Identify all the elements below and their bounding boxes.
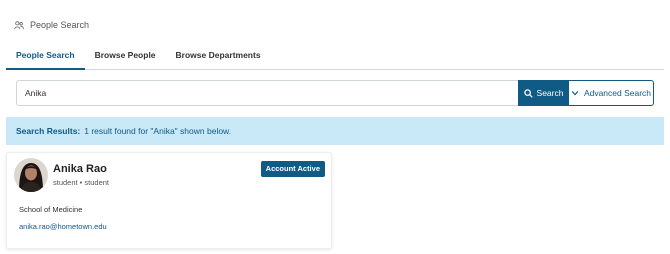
search-input[interactable] bbox=[16, 80, 518, 106]
avatar bbox=[14, 158, 48, 192]
results-label: Search Results: bbox=[16, 126, 81, 136]
tab-browse-departments[interactable]: Browse Departments bbox=[166, 42, 271, 70]
search-icon bbox=[523, 88, 533, 98]
app-title: People Search bbox=[30, 20, 90, 30]
person-card[interactable]: Anika Rao student • student Account Acti… bbox=[6, 152, 332, 249]
person-email-link[interactable]: anika.rao@hometown.edu bbox=[19, 222, 107, 231]
chevron-down-icon bbox=[571, 91, 579, 96]
tab-browse-people[interactable]: Browse People bbox=[85, 42, 166, 70]
people-icon bbox=[14, 21, 24, 30]
tab-bar: People Search Browse People Browse Depar… bbox=[6, 42, 664, 70]
results-message: 1 result found for "Anika" shown below. bbox=[84, 126, 232, 136]
status-badge: Account Active bbox=[260, 161, 325, 177]
advanced-search-button[interactable]: Advanced Search bbox=[568, 80, 654, 106]
person-department: School of Medicine bbox=[19, 205, 83, 214]
search-button-label: Search bbox=[536, 88, 564, 98]
app-header: People Search bbox=[14, 18, 89, 32]
person-name: Anika Rao bbox=[53, 163, 107, 175]
advanced-search-label: Advanced Search bbox=[583, 88, 652, 98]
results-banner: Search Results: 1 result found for "Anik… bbox=[6, 117, 664, 145]
tab-people-search[interactable]: People Search bbox=[6, 42, 85, 70]
search-button[interactable]: Search bbox=[518, 80, 569, 106]
person-role: student • student bbox=[53, 178, 109, 187]
search-row: Search Advanced Search bbox=[16, 80, 654, 106]
